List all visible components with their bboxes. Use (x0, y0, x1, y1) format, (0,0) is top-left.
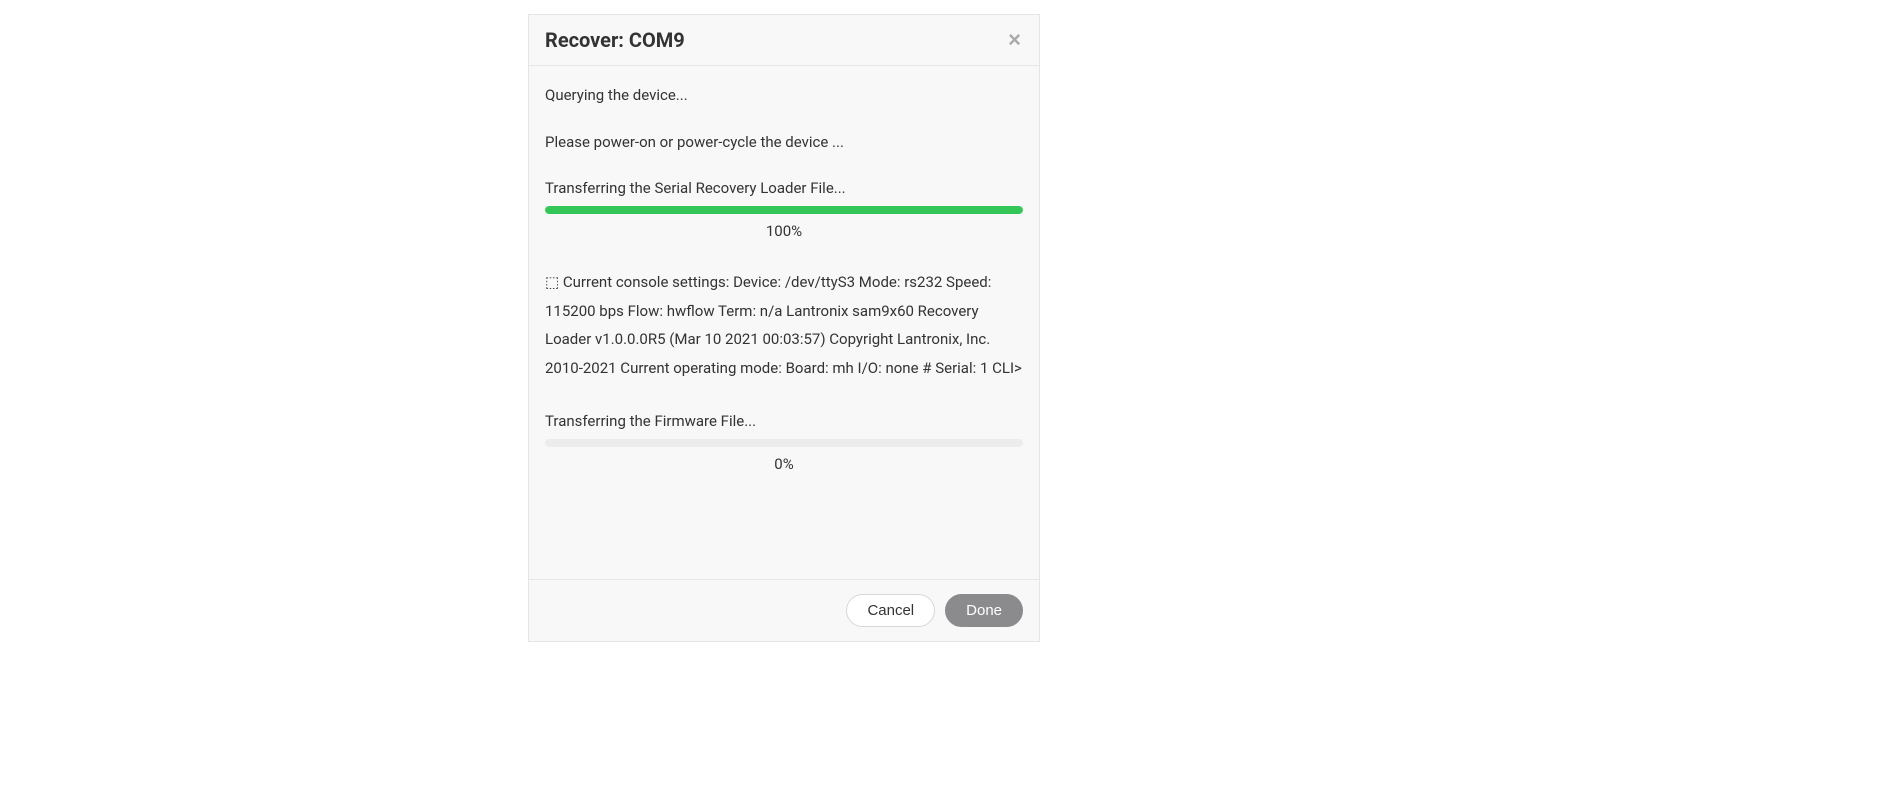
firmware-progress-percent: 0% (545, 453, 1023, 476)
status-transfer-loader: Transferring the Serial Recovery Loader … (545, 177, 1023, 200)
firmware-progress-section: Transferring the Firmware File... 0% (545, 410, 1023, 475)
loader-progress-fill (545, 206, 1023, 214)
modal-footer: Cancel Done (529, 579, 1039, 641)
console-output: ⬚ Current console settings: Device: /dev… (545, 268, 1023, 382)
status-powercycle: Please power-on or power-cycle the devic… (545, 131, 1023, 154)
recover-modal: Recover: COM9 × Querying the device... P… (528, 14, 1040, 642)
cancel-button[interactable]: Cancel (846, 594, 935, 627)
close-button[interactable]: × (1006, 29, 1023, 51)
modal-title: Recover: COM9 (545, 28, 685, 52)
status-querying: Querying the device... (545, 84, 1023, 107)
modal-body: Querying the device... Please power-on o… (529, 66, 1039, 579)
loader-progress-section: Transferring the Serial Recovery Loader … (545, 177, 1023, 242)
status-transfer-firmware: Transferring the Firmware File... (545, 410, 1023, 433)
modal-header: Recover: COM9 × (529, 15, 1039, 66)
loader-progress-track (545, 206, 1023, 214)
loader-progress-percent: 100% (545, 220, 1023, 243)
firmware-progress-track (545, 439, 1023, 447)
done-button[interactable]: Done (945, 594, 1023, 627)
